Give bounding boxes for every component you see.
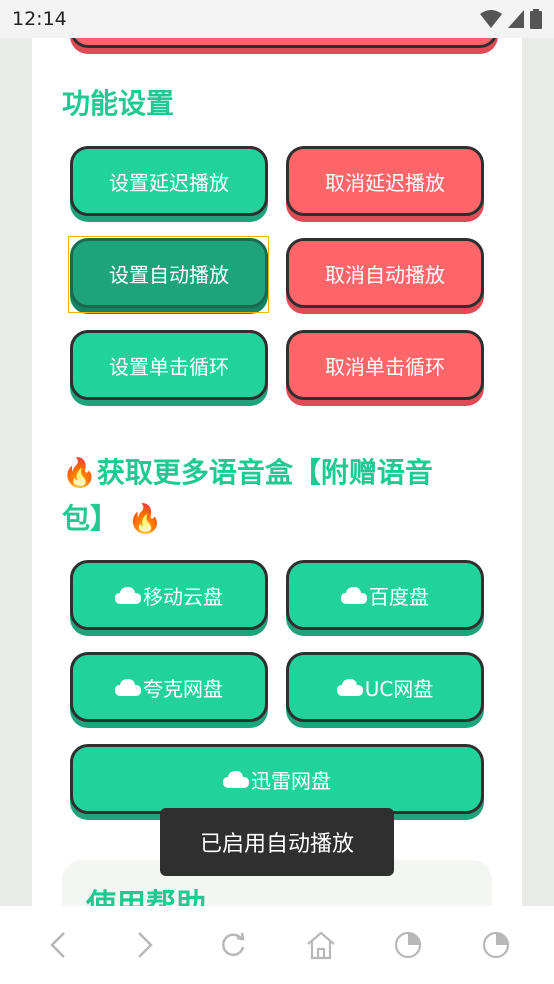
- cancel-click-loop-button[interactable]: 取消单击循环: [286, 330, 484, 400]
- button-label: UC网盘: [364, 676, 434, 701]
- status-time: 12:14: [12, 8, 67, 30]
- button-label: 设置延迟播放: [109, 170, 229, 195]
- section-title-settings: 功能设置: [62, 87, 175, 120]
- back-button[interactable]: [36, 923, 80, 967]
- section-title-line2: 包】: [62, 502, 119, 535]
- wifi-icon: [480, 10, 502, 28]
- toast: 已启用自动播放: [160, 808, 394, 876]
- browser-bottom-nav: [0, 906, 554, 984]
- menu-icon: [483, 931, 510, 959]
- signal-icon: [508, 10, 524, 28]
- button-label: 百度盘: [369, 584, 429, 609]
- button-label: 取消单击循环: [325, 354, 445, 379]
- set-auto-play-button[interactable]: 设置自动播放: [70, 238, 268, 308]
- set-click-loop-button[interactable]: 设置单击循环: [70, 330, 268, 400]
- cloud-icon: [115, 679, 141, 696]
- cloud-icon: [336, 679, 363, 696]
- xunlei-pan-button[interactable]: 迅雷网盘: [70, 744, 484, 814]
- menu-button[interactable]: [474, 923, 518, 967]
- forward-icon: [138, 932, 154, 958]
- back-icon: [50, 932, 65, 958]
- cloud-icon: [115, 587, 141, 604]
- mobile-cloud-button[interactable]: 移动云盘: [70, 560, 268, 630]
- refresh-button[interactable]: [211, 923, 255, 967]
- status-bar: 12:14: [0, 0, 554, 38]
- cancel-auto-play-button[interactable]: 取消自动播放: [286, 238, 484, 308]
- button-label: 移动云盘: [143, 584, 223, 609]
- tabs-icon: [395, 931, 422, 959]
- status-icons: [480, 9, 542, 29]
- button-label: 夸克网盘: [143, 676, 223, 701]
- uc-pan-button[interactable]: UC网盘: [286, 652, 484, 722]
- forward-button[interactable]: [123, 923, 167, 967]
- set-delay-play-button[interactable]: 设置延迟播放: [70, 146, 268, 216]
- section-title-more-voice: 🔥获取更多语音盒【附赠语音 包】 🔥: [62, 450, 492, 542]
- home-button[interactable]: [299, 923, 343, 967]
- refresh-icon: [222, 932, 245, 957]
- button-label: 取消延迟播放: [325, 170, 445, 195]
- tabs-button[interactable]: [386, 923, 430, 967]
- quark-pan-button[interactable]: 夸克网盘: [70, 652, 268, 722]
- battery-icon: [530, 9, 542, 29]
- toast-text: 已启用自动播放: [199, 832, 354, 857]
- button-label: 设置单击循环: [109, 354, 229, 379]
- button-label: 设置自动播放: [109, 262, 229, 287]
- button-label: 取消自动播放: [325, 262, 445, 287]
- button-label: 迅雷网盘: [251, 768, 331, 793]
- cloud-icon: [341, 587, 367, 604]
- section-title-line1: 🔥获取更多语音盒【附赠语音: [62, 456, 433, 489]
- fire-icon: 🔥: [127, 502, 163, 535]
- previous-button-fragment[interactable]: [70, 38, 498, 48]
- baidu-pan-button[interactable]: 百度盘: [286, 560, 484, 630]
- home-icon: [307, 931, 335, 960]
- cancel-delay-play-button[interactable]: 取消延迟播放: [286, 146, 484, 216]
- cloud-icon: [223, 771, 249, 788]
